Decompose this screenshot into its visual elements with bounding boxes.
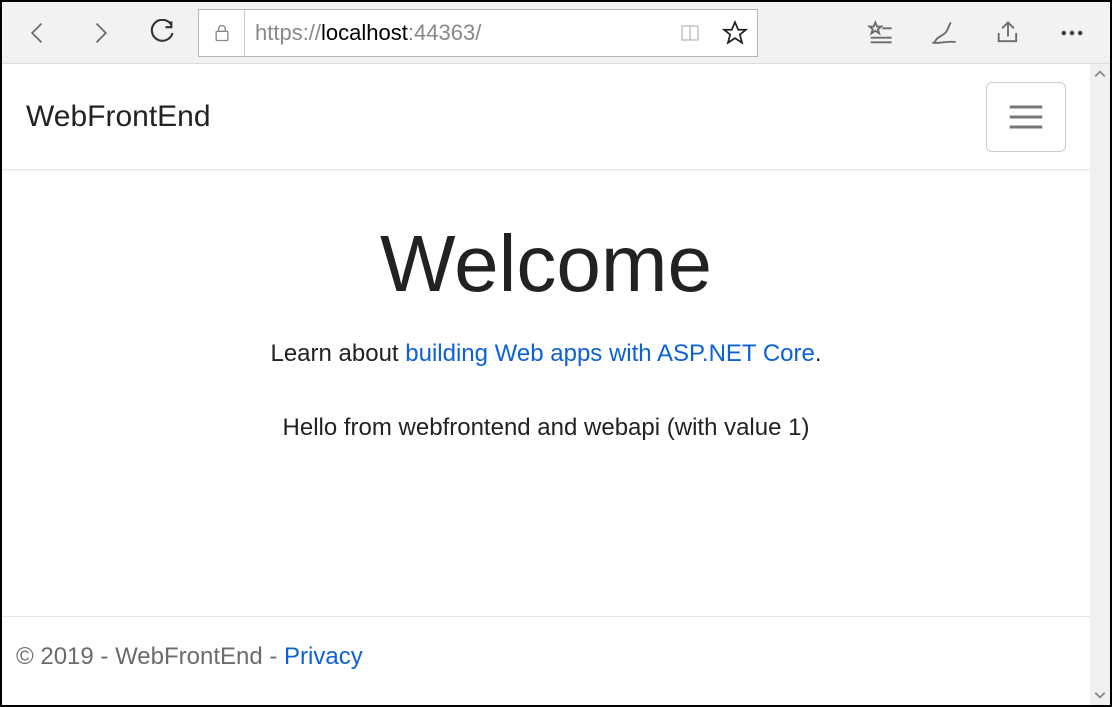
learn-text: Learn about building Web apps with ASP.N… [2, 340, 1090, 368]
site-footer: © 2019 - WebFrontEnd - Privacy [2, 616, 1090, 697]
notes-icon[interactable] [912, 3, 976, 63]
welcome-heading: Welcome [2, 218, 1090, 310]
reading-view-icon[interactable] [669, 10, 713, 56]
url-host: localhost [321, 20, 408, 46]
brand-title[interactable]: WebFrontEnd [26, 100, 211, 134]
learn-prefix: Learn about [270, 340, 405, 367]
back-button[interactable] [8, 3, 68, 63]
browser-toolbar: https://localhost:44363/ [2, 2, 1110, 64]
copyright-text: © 2019 - WebFrontEnd [16, 643, 263, 670]
vertical-scrollbar[interactable] [1090, 64, 1110, 705]
content-area: WebFrontEnd Welcome Learn about building… [2, 64, 1110, 705]
browser-right-buttons [848, 3, 1104, 63]
share-icon[interactable] [976, 3, 1040, 63]
favorite-star-icon[interactable] [713, 10, 757, 56]
api-message: Hello from webfrontend and webapi (with … [2, 414, 1090, 442]
address-bar[interactable]: https://localhost:44363/ [198, 9, 758, 57]
hero-section: Welcome Learn about building Web apps wi… [2, 170, 1090, 368]
lock-icon [199, 10, 245, 56]
hamburger-button[interactable] [986, 82, 1066, 152]
footer-separator: - [263, 643, 284, 670]
scroll-up-icon[interactable] [1090, 64, 1110, 84]
url-text[interactable]: https://localhost:44363/ [245, 20, 669, 46]
url-port: :44363 [408, 20, 475, 46]
page-body: WebFrontEnd Welcome Learn about building… [2, 64, 1090, 705]
scroll-down-icon[interactable] [1090, 685, 1110, 705]
learn-link[interactable]: building Web apps with ASP.NET Core [405, 340, 815, 367]
url-protocol: https:// [255, 20, 321, 46]
privacy-link[interactable]: Privacy [284, 643, 363, 670]
site-header: WebFrontEnd [2, 64, 1090, 170]
more-icon[interactable] [1040, 3, 1104, 63]
favorites-list-icon[interactable] [848, 3, 912, 63]
refresh-button[interactable] [132, 3, 192, 63]
forward-button[interactable] [70, 3, 130, 63]
learn-suffix: . [815, 340, 822, 367]
url-path: / [475, 20, 481, 46]
